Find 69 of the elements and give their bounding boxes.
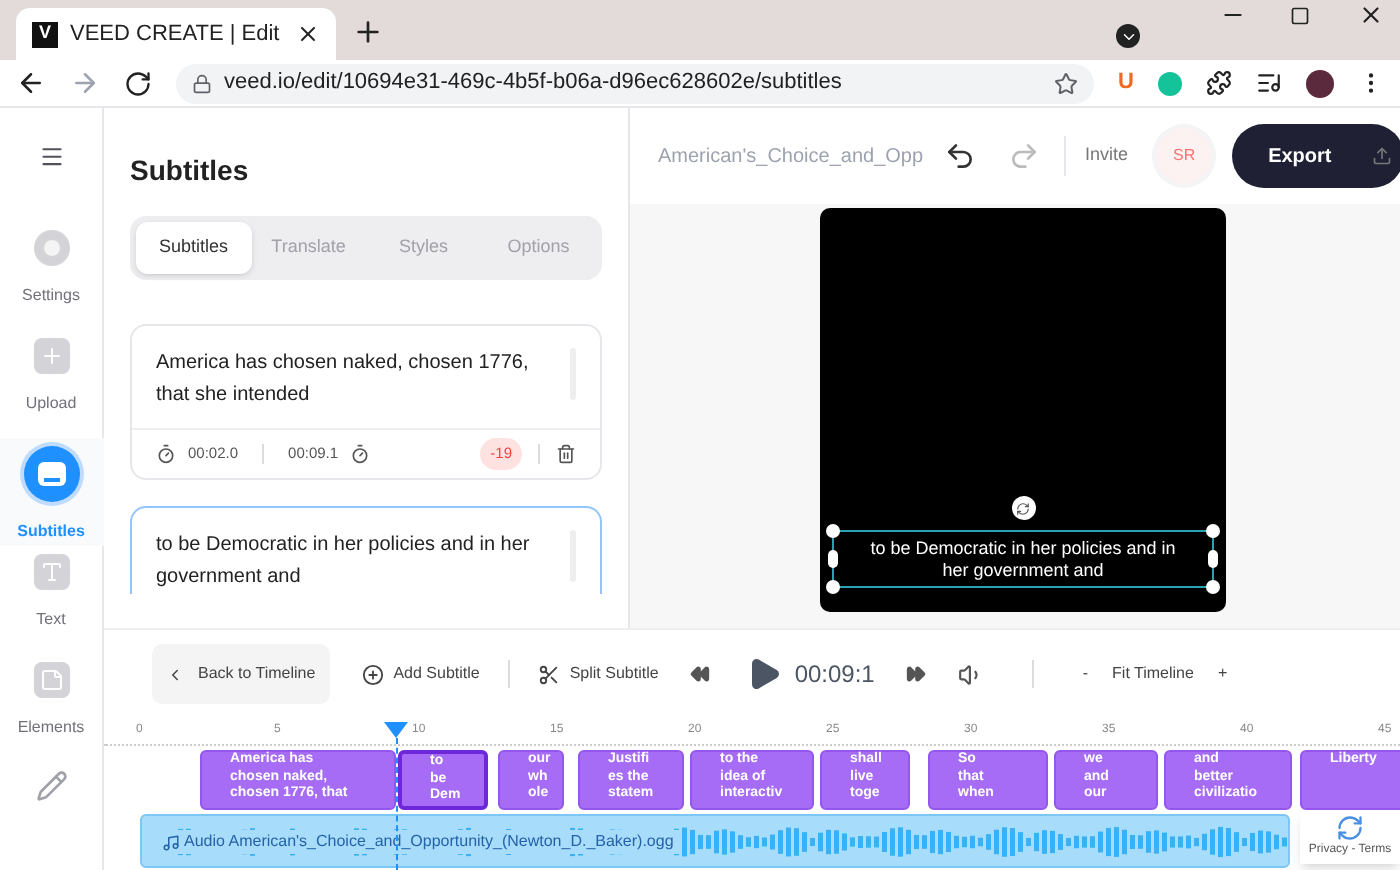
rail-label: Subtitles <box>17 519 85 544</box>
profile-avatar[interactable] <box>1306 69 1334 97</box>
upload-icon <box>1371 146 1392 166</box>
current-time: 00:09:1 <box>794 658 875 692</box>
lock-icon <box>192 73 212 93</box>
caption-box[interactable]: to be Democratic in her policies and in her government and <box>832 530 1215 588</box>
browser-tab[interactable]: V VEED CREATE | Edit <box>16 8 336 60</box>
zoom-out-button[interactable]: - <box>1082 662 1089 686</box>
subtitles-icon <box>23 445 79 502</box>
panel-tab[interactable]: Subtitles <box>136 222 251 274</box>
maximize-icon[interactable] <box>1290 6 1310 26</box>
timer-icon[interactable] <box>156 444 176 464</box>
sticky-note-icon <box>33 661 69 698</box>
user-avatar[interactable]: SR <box>1156 128 1213 184</box>
rail-item[interactable]: Elements <box>0 653 103 762</box>
address-field[interactable]: veed.io/edit/10694e31-469c-4b5f-b06a-d96ec628602e/subtitles <box>176 63 1095 103</box>
audio-track[interactable]: Audio American's_Choice_and_Opportunity_(Newton_D._Baker).ogg <box>140 814 1290 868</box>
scissors-icon <box>537 663 560 685</box>
recaptcha-icon <box>1336 814 1364 842</box>
profile-dropdown-icon[interactable] <box>1116 24 1140 48</box>
caption-text: to be Democratic in her policies and in her government and <box>868 537 1178 581</box>
close-icon[interactable] <box>296 22 320 46</box>
new-tab-icon[interactable] <box>352 16 384 48</box>
rail-label: Text <box>36 607 66 632</box>
tab-title: VEED CREATE | Edit <box>70 19 282 50</box>
settings-icon <box>33 229 69 266</box>
music-note-icon <box>162 833 180 851</box>
rail-item[interactable]: Subtitles <box>0 437 103 546</box>
subtitle-text[interactable]: to be Democratic in her policies and in her government and <box>156 530 558 594</box>
extension-icon[interactable]: U <box>1118 66 1134 100</box>
fit-timeline-label[interactable]: Fit Timeline <box>1112 662 1194 686</box>
play-icon[interactable] <box>746 656 783 692</box>
export-button[interactable]: Export <box>1232 124 1400 188</box>
audio-track-name: Audio American's_Choice_and_Opportunity_(Newton_D._Baker).ogg <box>184 830 674 854</box>
undo-icon[interactable] <box>943 140 976 172</box>
add-subtitle-button[interactable]: Add Subtitle <box>361 662 480 686</box>
panel-title: Subtitles <box>130 152 251 190</box>
timer-icon[interactable] <box>350 444 371 464</box>
zoom-in-button[interactable]: + <box>1217 662 1228 686</box>
plus-circle-icon <box>361 663 384 685</box>
tab-logo: V <box>32 21 58 47</box>
rail-label: Upload <box>25 391 77 416</box>
close-window-icon[interactable] <box>1358 2 1384 28</box>
delete-icon[interactable] <box>556 444 576 464</box>
menu-icon[interactable] <box>37 144 65 170</box>
rail-item[interactable]: Settings <box>0 221 103 330</box>
url-text: veed.io/edit/10694e31-469c-4b5f-b06a-d96ec628602e/subtitles <box>224 68 844 99</box>
playlist-icon[interactable] <box>1256 70 1282 96</box>
back-icon[interactable] <box>16 68 46 98</box>
rotate-handle[interactable] <box>1011 496 1036 520</box>
back-to-timeline-button[interactable]: Back to Timeline <box>152 644 330 704</box>
pencil-icon <box>35 769 67 802</box>
invite-link[interactable]: Invite <box>1085 142 1129 170</box>
reload-icon[interactable] <box>124 69 152 97</box>
text-icon <box>33 553 69 590</box>
rail-label: Elements <box>17 715 85 740</box>
subtitle-card[interactable]: to be Democratic in her policies and in her government and <box>130 506 602 594</box>
rail-label: Settings <box>22 283 80 308</box>
rewind-icon[interactable] <box>690 664 711 684</box>
rail-item[interactable]: Text <box>0 545 103 654</box>
puzzle-icon[interactable] <box>1206 70 1232 96</box>
project-name[interactable]: American's_Choice_and_Opp <box>658 141 924 171</box>
subtitle-text[interactable]: America has chosen naked, chosen 1776, that she intended <box>156 348 558 412</box>
rail-item[interactable]: Upload <box>0 329 103 438</box>
split-subtitle-button[interactable]: Split Subtitle <box>537 662 659 686</box>
fast-forward-icon[interactable] <box>906 664 927 684</box>
bookmark-star-icon[interactable] <box>1054 71 1079 95</box>
chevron-left-icon <box>166 665 184 683</box>
plus-icon <box>33 337 69 374</box>
